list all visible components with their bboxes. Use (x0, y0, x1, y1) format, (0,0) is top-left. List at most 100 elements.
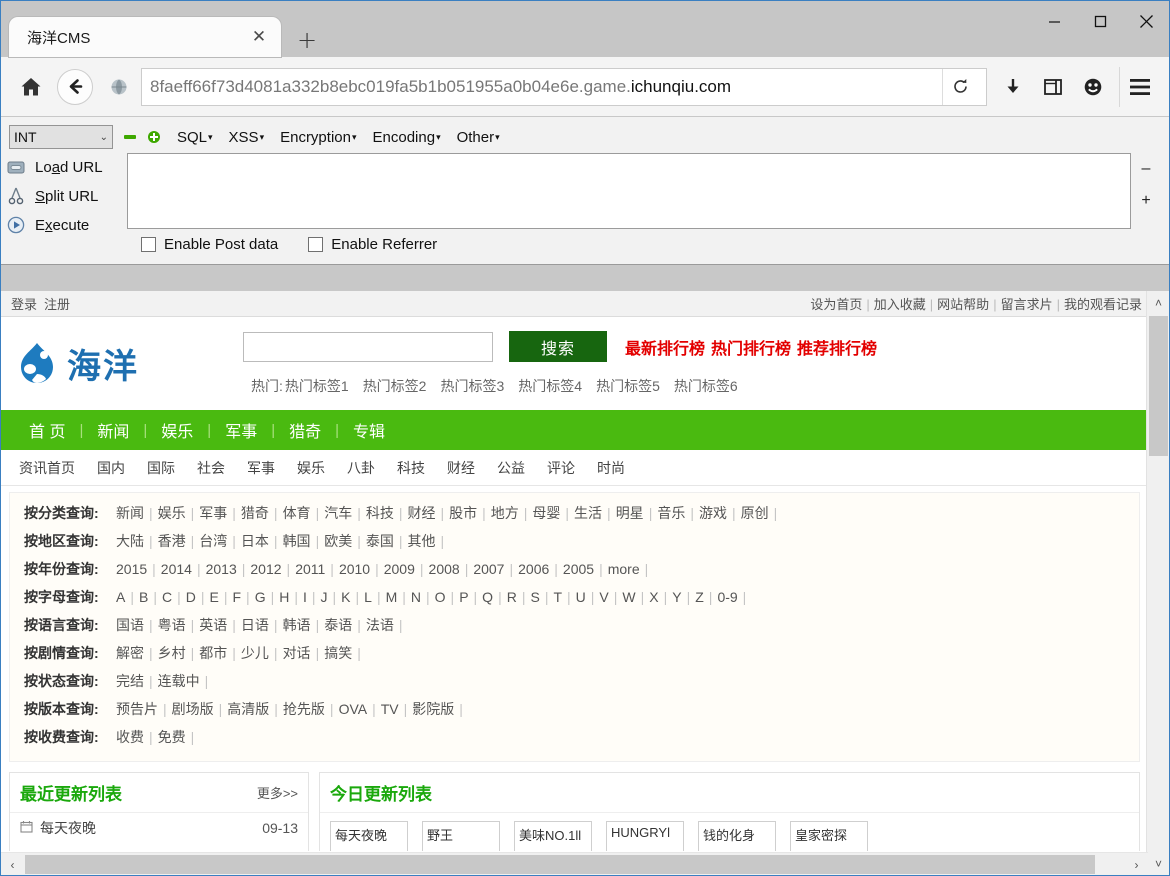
filter-link-3-22[interactable]: W (622, 589, 635, 605)
nav-item-home[interactable]: 首 页 (15, 418, 79, 442)
filter-link-1-4[interactable]: 韩国 (283, 533, 311, 549)
filter-link-5-1[interactable]: 乡村 (158, 645, 186, 661)
filter-link-3-24[interactable]: Y (672, 589, 681, 605)
filter-link-3-8[interactable]: I (303, 589, 307, 605)
filter-link-0-13[interactable]: 音乐 (657, 505, 685, 521)
hot-tag-3[interactable]: 热门标签3 (440, 378, 504, 394)
minus-icon[interactable] (123, 130, 137, 144)
horizontal-scrollbar-thumb[interactable] (25, 855, 1095, 874)
filter-link-3-7[interactable]: H (279, 589, 289, 605)
subnav-item-7[interactable]: 科技 (397, 458, 425, 478)
filter-link-3-11[interactable]: L (364, 589, 372, 605)
filter-link-8-0[interactable]: 收费 (116, 729, 144, 745)
filter-link-3-5[interactable]: F (232, 589, 241, 605)
filter-link-0-11[interactable]: 生活 (574, 505, 602, 521)
filter-link-4-4[interactable]: 韩语 (283, 617, 311, 633)
filter-link-4-5[interactable]: 泰语 (324, 617, 352, 633)
horizontal-scrollbar[interactable]: ‹ › (1, 852, 1148, 875)
hackbar-textarea[interactable] (127, 153, 1131, 229)
scroll-left-arrow-icon[interactable]: ‹ (1, 853, 24, 875)
scroll-down-arrow-icon[interactable]: ˅ (1147, 852, 1169, 875)
filter-link-1-0[interactable]: 大陆 (116, 533, 144, 549)
filter-link-3-10[interactable]: K (341, 589, 350, 605)
filter-link-2-10[interactable]: 2005 (563, 561, 594, 577)
add-favorite-link[interactable]: 加入收藏 (874, 297, 926, 312)
nav-item-curiosity[interactable]: 猎奇 (275, 418, 335, 442)
hackbar-menu-xss[interactable]: XSS▾ (229, 129, 265, 146)
filter-link-3-15[interactable]: P (459, 589, 468, 605)
latest-rank-link[interactable]: 最新排行榜 (625, 341, 705, 358)
filter-link-3-19[interactable]: T (553, 589, 562, 605)
browser-tab[interactable]: 海洋CMS ✕ (9, 17, 281, 57)
hackbar-menu-encoding[interactable]: Encoding▾ (373, 129, 441, 146)
filter-link-2-0[interactable]: 2015 (116, 561, 147, 577)
minimize-icon[interactable] (1031, 1, 1077, 41)
filter-link-0-10[interactable]: 母婴 (532, 505, 560, 521)
filter-link-2-2[interactable]: 2013 (206, 561, 237, 577)
filter-link-0-8[interactable]: 股市 (449, 505, 477, 521)
enable-referrer-checkbox[interactable]: Enable Referrer (300, 236, 437, 253)
search-input[interactable] (243, 331, 493, 362)
filter-link-3-4[interactable]: E (210, 589, 219, 605)
hamburger-menu-icon[interactable] (1119, 66, 1159, 107)
recommended-rank-link[interactable]: 推荐排行榜 (797, 341, 877, 358)
site-logo[interactable]: 海洋 (13, 339, 243, 388)
filter-link-0-3[interactable]: 猎奇 (241, 505, 269, 521)
hot-tag-6[interactable]: 热门标签6 (674, 378, 738, 394)
filter-link-4-0[interactable]: 国语 (116, 617, 144, 633)
filter-link-2-3[interactable]: 2012 (250, 561, 281, 577)
filter-link-3-21[interactable]: V (599, 589, 608, 605)
filter-link-4-6[interactable]: 法语 (366, 617, 394, 633)
filter-link-3-20[interactable]: U (576, 589, 586, 605)
filter-link-3-25[interactable]: Z (695, 589, 704, 605)
filter-link-3-1[interactable]: B (139, 589, 148, 605)
filter-link-2-1[interactable]: 2014 (161, 561, 192, 577)
filter-link-2-5[interactable]: 2010 (339, 561, 370, 577)
filter-link-0-6[interactable]: 科技 (366, 505, 394, 521)
back-arrow-icon[interactable] (57, 68, 93, 105)
filter-link-0-12[interactable]: 明星 (616, 505, 644, 521)
filter-link-1-7[interactable]: 其他 (407, 533, 435, 549)
filter-link-0-7[interactable]: 财经 (407, 505, 435, 521)
filter-link-0-4[interactable]: 体育 (283, 505, 311, 521)
vertical-scrollbar-thumb[interactable] (1149, 316, 1168, 456)
recent-panel-more-link[interactable]: 更多>> (257, 783, 298, 802)
filter-link-3-17[interactable]: R (507, 589, 517, 605)
filter-link-5-0[interactable]: 解密 (116, 645, 144, 661)
subnav-item-0[interactable]: 资讯首页 (19, 458, 75, 478)
subnav-item-2[interactable]: 国际 (147, 458, 175, 478)
library-icon[interactable] (1033, 67, 1073, 107)
login-link[interactable]: 登录 (11, 297, 37, 312)
thumbnail-item[interactable]: 美味NO.1ll (514, 821, 592, 851)
filter-link-0-15[interactable]: 原创 (741, 505, 769, 521)
scroll-right-arrow-icon[interactable]: › (1125, 853, 1148, 875)
nav-item-special[interactable]: 专辑 (339, 418, 399, 442)
split-url-button[interactable]: Split URL (5, 182, 127, 210)
filter-link-7-4[interactable]: OVA (339, 701, 368, 717)
filter-link-2-9[interactable]: 2006 (518, 561, 549, 577)
enable-post-data-checkbox[interactable]: Enable Post data (133, 236, 278, 253)
plus-icon[interactable] (147, 130, 161, 144)
thumbnail-item[interactable]: 每天夜晚 (330, 821, 408, 851)
subnav-item-5[interactable]: 娱乐 (297, 458, 325, 478)
hot-tag-4[interactable]: 热门标签4 (518, 378, 582, 394)
url-bar[interactable]: 8faeff66f73d4081a332b8ebc019fa5b1b051955… (141, 67, 987, 106)
thumbnail-item[interactable]: 皇家密探 (790, 821, 868, 851)
filter-link-0-9[interactable]: 地方 (491, 505, 519, 521)
load-url-button[interactable]: Load URL (5, 153, 127, 181)
subnav-item-1[interactable]: 国内 (97, 458, 125, 478)
execute-button[interactable]: Execute (5, 211, 127, 239)
filter-link-3-13[interactable]: N (411, 589, 421, 605)
message-board-link[interactable]: 留言求片 (1001, 297, 1053, 312)
filter-link-2-11[interactable]: more (608, 561, 640, 577)
filter-link-5-4[interactable]: 对话 (283, 645, 311, 661)
download-icon[interactable] (993, 67, 1033, 107)
filter-link-2-7[interactable]: 2008 (429, 561, 460, 577)
filter-link-0-2[interactable]: 军事 (199, 505, 227, 521)
filter-link-2-6[interactable]: 2009 (384, 561, 415, 577)
filter-link-3-14[interactable]: O (435, 589, 446, 605)
filter-link-1-1[interactable]: 香港 (158, 533, 186, 549)
thumbnail-item[interactable]: HUNGRYl (606, 821, 684, 851)
maximize-icon[interactable] (1077, 1, 1123, 41)
hot-tag-5[interactable]: 热门标签5 (596, 378, 660, 394)
